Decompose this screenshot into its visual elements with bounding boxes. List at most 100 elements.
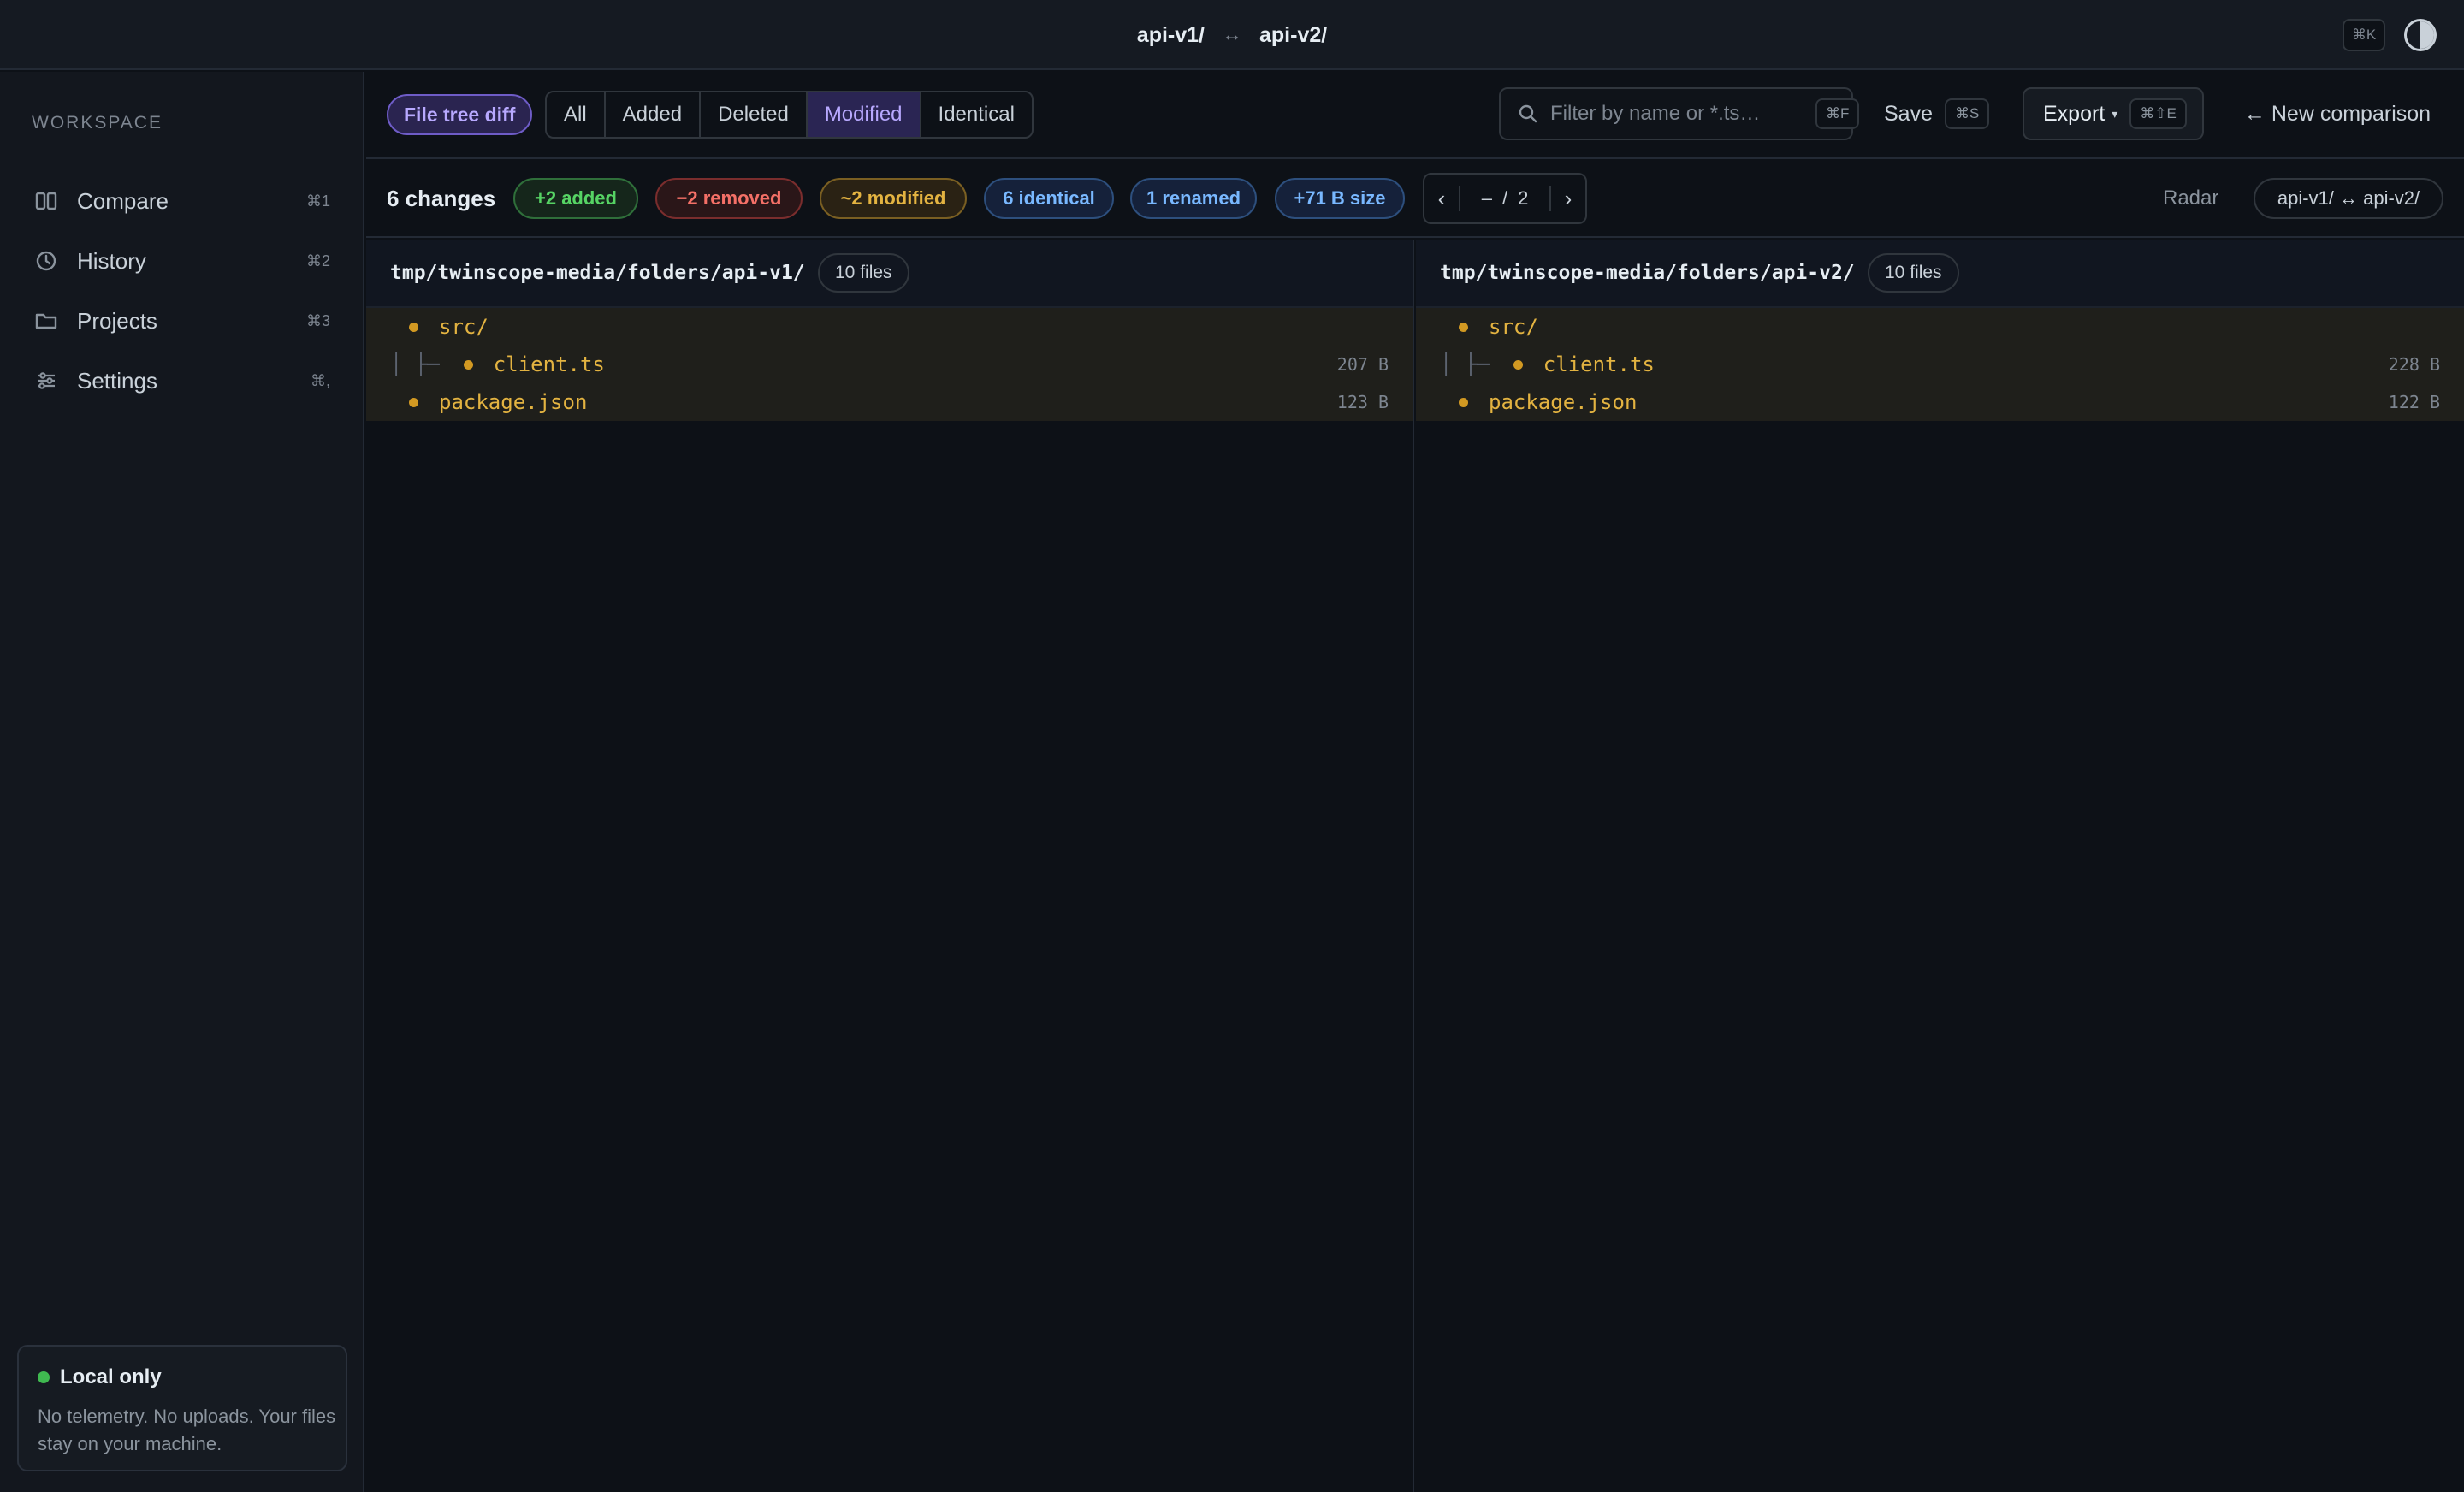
filter-added[interactable]: Added [606,92,702,137]
clock-icon [34,249,58,273]
tree-row[interactable]: src/ [1416,308,2464,346]
pager-total: 2 [1518,187,1529,209]
sidebar-item-history[interactable]: History ⌘2 [17,236,347,286]
left-pane-header: tmp/twinscope-media/folders/api-v1/ 10 f… [366,240,1413,308]
status-dot-icon [38,1371,50,1383]
next-change-button[interactable]: › [1551,175,1585,222]
filter-identical[interactable]: Identical [921,92,1032,137]
sidebar-item-shortcut: ⌘1 [305,192,330,210]
modified-dot-icon [463,359,473,370]
modified-dot-icon [1513,359,1523,370]
privacy-notice-header: Local only [38,1365,162,1389]
command-palette-shortcut[interactable]: ⌘K [2343,19,2385,51]
sidebar-item-label: Projects [77,307,157,334]
tree-row[interactable]: │ ├─ client.ts 207 B [366,346,1413,383]
window-title: api-v1/ ↔ api-v2/ [0,0,2464,70]
tree-row[interactable]: package.json 122 B [1416,383,2464,421]
title-arrow: ↔ [1222,23,1242,46]
change-pager: ‹ – / 2 › [1423,173,1587,224]
modified-dot-icon [1459,397,1468,407]
left-file-tree: src/ │ ├─ client.ts 207 B package.json 1… [366,308,1413,421]
sliders-icon [34,369,58,393]
filter-segmented-control: All Added Deleted Modified Identical [545,91,1034,139]
tree-row-name: src/ [1489,315,1538,339]
sidebar-item-label: Compare [77,187,169,214]
left-folder-path: tmp/twinscope-media/folders/api-v1/ [390,262,805,284]
title-right-folder: api-v2/ [1259,22,1328,47]
left-file-count: 10 files [818,253,909,293]
save-shortcut: ⌘S [1944,98,1990,129]
right-file-count: 10 files [1868,253,1959,293]
folder-icon [34,309,58,333]
privacy-notice-title: Local only [60,1365,162,1388]
columns-icon [34,189,58,213]
sidebar-section-label: WORKSPACE [32,113,163,133]
privacy-notice-text: No telemetry. No uploads. Your files sta… [38,1406,336,1454]
tree-guide: │ ├─ [1440,352,1490,376]
search-icon [1518,104,1538,124]
sidebar-item-shortcut: ⌘, [310,371,330,389]
privacy-notice: Local only No telemetry. No uploads. You… [17,1345,347,1471]
sidebar-item-projects[interactable]: Projects ⌘3 [17,296,347,346]
size-delta-badge[interactable]: +71 B size [1275,178,1405,219]
right-folder-path: tmp/twinscope-media/folders/api-v2/ [1440,262,1855,284]
sidebar-item-label: Settings [77,367,157,394]
renamed-badge[interactable]: 1 renamed [1130,178,1257,219]
export-button[interactable]: Export ▾ ⌘⇧E [2023,87,2204,140]
summary-bar: 6 changes +2 added −2 removed ~2 modifie… [366,161,2464,238]
sidebar-item-compare[interactable]: Compare ⌘1 [17,176,347,226]
title-bar: api-v1/ ↔ api-v2/ ⌘K [0,0,2464,70]
tree-row-name: client.ts [1543,352,1655,376]
export-shortcut: ⌘⇧E [2129,98,2187,129]
sidebar-item-shortcut: ⌘3 [305,311,330,329]
tree-row-name: package.json [439,390,588,414]
pager-current: – [1481,187,1492,209]
toolbar: File tree diff All Added Deleted Modifie… [366,72,2464,159]
tree-guide: │ ├─ [390,352,440,376]
search-input[interactable] [1550,102,1815,126]
tree-row-name: src/ [439,315,489,339]
right-pane-header: tmp/twinscope-media/folders/api-v2/ 10 f… [1416,240,2464,308]
tree-row-size: 207 B [1336,354,1389,375]
title-left-folder: api-v1/ [1136,22,1205,47]
identical-badge[interactable]: 6 identical [984,178,1114,219]
new-comparison-button[interactable]: ← New comparison [2218,87,2457,140]
save-button[interactable]: Save ⌘S [1872,87,2001,140]
changes-count: 6 changes [387,185,496,211]
sidebar: WORKSPACE Compare ⌘1 History ⌘2 Projects… [0,72,364,1492]
sidebar-item-shortcut: ⌘2 [305,252,330,269]
pager-position: – / 2 [1459,186,1551,211]
filter-all[interactable]: All [547,92,606,137]
modified-dot-icon [409,397,418,407]
filter-modified[interactable]: Modified [807,92,921,137]
tree-row-size: 228 B [2388,354,2440,375]
tree-row[interactable]: package.json 123 B [366,383,1413,421]
chevron-down-icon: ▾ [2112,106,2118,121]
right-file-tree: src/ │ ├─ client.ts 228 B package.json 1… [1416,308,2464,421]
tree-row-size: 123 B [1336,392,1389,412]
tree-row-name: package.json [1489,390,1638,414]
comparison-pair-pill[interactable]: api-v1/ ↔ api-v2/ [2254,178,2443,219]
left-pane: tmp/twinscope-media/folders/api-v1/ 10 f… [366,240,1414,1492]
modified-dot-icon [409,322,418,332]
right-pane: tmp/twinscope-media/folders/api-v2/ 10 f… [1416,240,2464,1492]
sidebar-item-label: History [77,247,146,274]
view-mode-pill[interactable]: File tree diff [387,94,533,135]
radar-button[interactable]: Radar [2163,161,2218,236]
previous-change-button[interactable]: ‹ [1424,175,1459,222]
sidebar-item-settings[interactable]: Settings ⌘, [17,356,347,406]
removed-badge[interactable]: −2 removed [655,178,803,219]
theme-toggle-icon[interactable] [2404,19,2437,51]
search-shortcut: ⌘F [1815,98,1860,129]
added-badge[interactable]: +2 added [513,178,638,219]
pager-separator: / [1502,187,1508,209]
tree-row-name: client.ts [493,352,605,376]
export-label: Export [2043,101,2106,126]
modified-badge[interactable]: ~2 modified [820,178,967,219]
modified-dot-icon [1459,322,1468,332]
save-label: Save [1884,101,1933,126]
tree-row-size: 122 B [2388,392,2440,412]
tree-row[interactable]: │ ├─ client.ts 228 B [1416,346,2464,383]
tree-row[interactable]: src/ [366,308,1413,346]
filter-deleted[interactable]: Deleted [701,92,808,137]
